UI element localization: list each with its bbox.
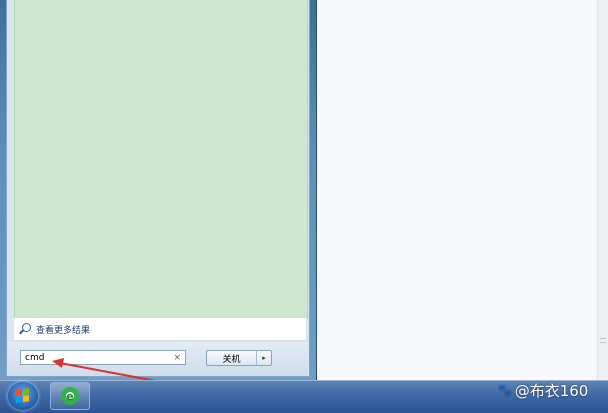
watermark: 🐾 @布衣160 [498,380,588,400]
desktop-background [317,0,608,380]
see-more-results-label: 查看更多结果 [36,325,91,336]
scrollbar-grip-line [600,342,606,343]
taskbar-pinned-internet-explorer[interactable]: e [50,382,90,410]
shutdown-button-group: 关机 ▸ [206,350,272,366]
ie-icon: e [61,387,79,405]
start-search-input[interactable]: cmd × [20,350,186,365]
scrollbar-grip-line [600,338,606,339]
search-input-value: cmd [25,352,45,363]
start-button[interactable] [8,382,38,410]
search-icon [18,322,32,336]
see-more-results-link[interactable]: 查看更多结果 [14,318,306,341]
shutdown-options-arrow-icon[interactable]: ▸ [257,351,271,365]
clear-search-icon[interactable]: × [173,353,181,363]
watermark-text: @布衣160 [514,381,589,400]
shutdown-button[interactable]: 关机 [207,351,257,365]
right-scrollbar[interactable] [597,0,608,380]
search-results-pane [14,0,308,318]
paw-icon: 🐾 [498,383,512,397]
windows-flag-icon [16,388,30,404]
